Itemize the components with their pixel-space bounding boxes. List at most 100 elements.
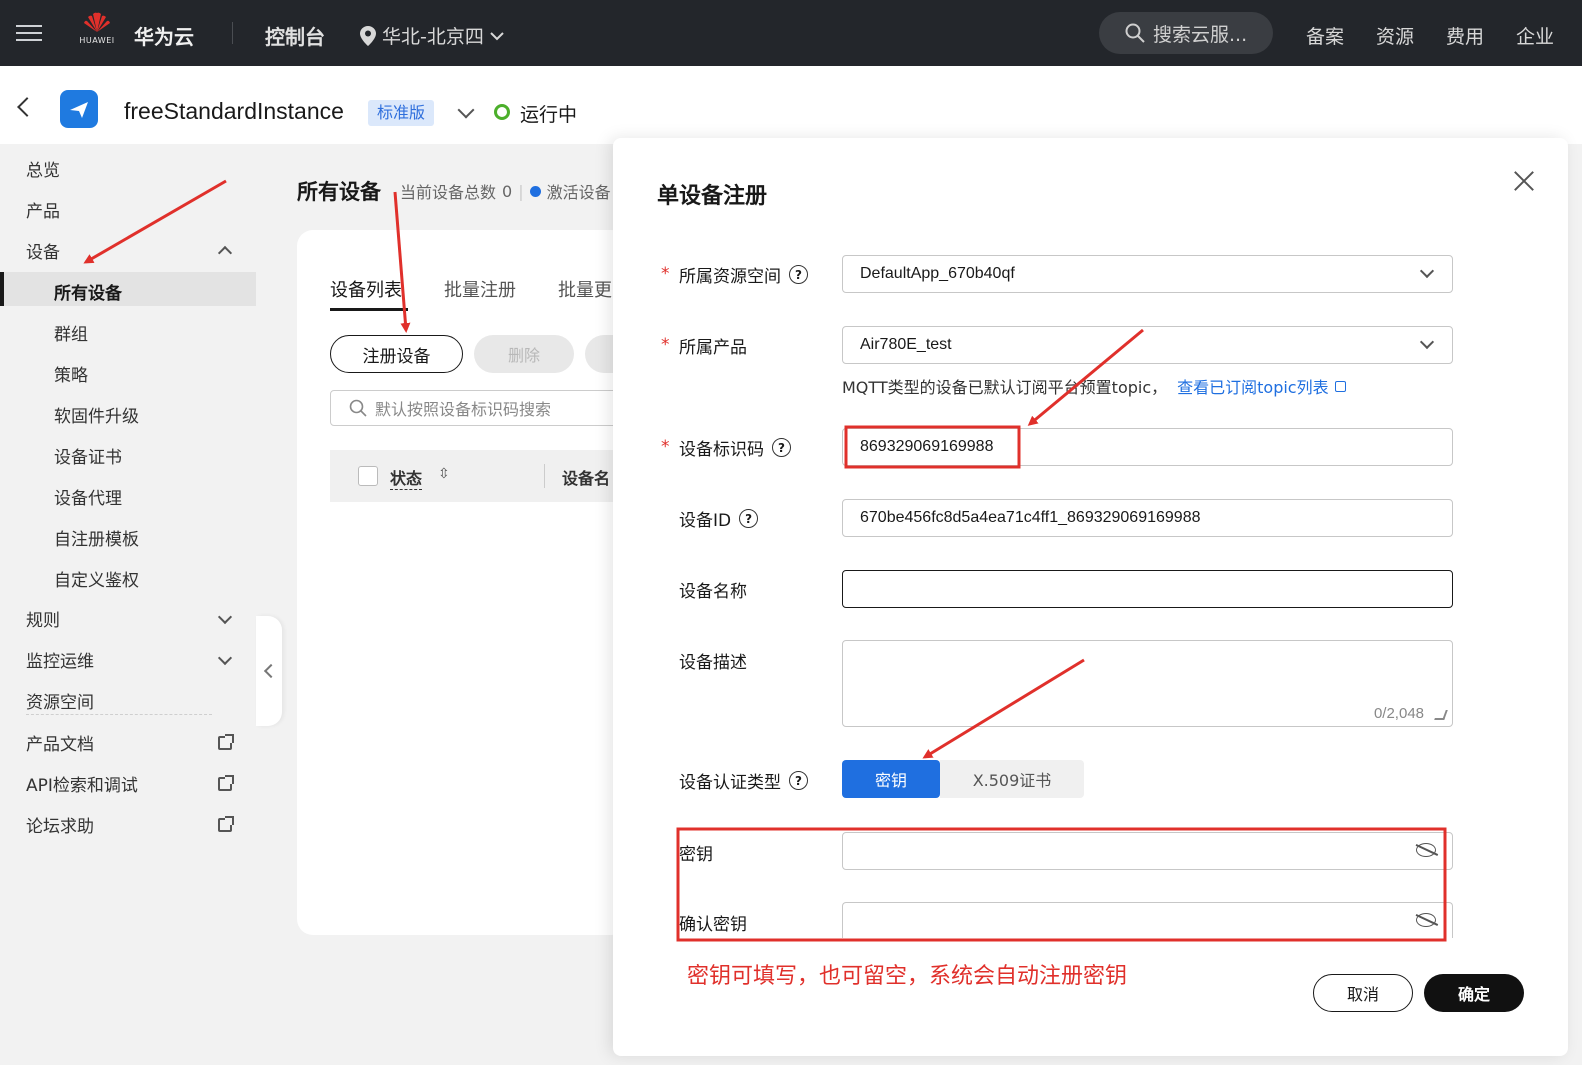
sidebar-item-all-devices[interactable]: 所有设备 bbox=[54, 279, 122, 304]
description-textarea[interactable]: 0/2,048 bbox=[842, 640, 1453, 727]
sidebar-item-proxy[interactable]: 设备代理 bbox=[54, 484, 122, 509]
confirm-button[interactable]: 确定 bbox=[1424, 974, 1524, 1012]
instance-switch-chevron-icon[interactable] bbox=[457, 101, 475, 119]
chevron-down-icon bbox=[1419, 263, 1435, 279]
sidebar-item-products[interactable]: 产品 bbox=[26, 197, 236, 222]
top-links: 备案 资源 费用 企业 bbox=[1306, 22, 1554, 49]
device-table-header: 状态 ⇳ 设备名 bbox=[330, 450, 630, 502]
help-icon[interactable]: ? bbox=[789, 265, 808, 284]
device-id-input[interactable]: 670be456fc8d5a4ea71c4ff1_869329069169988 bbox=[842, 499, 1453, 537]
auth-secret-option[interactable]: 密钥 bbox=[842, 760, 940, 798]
node-id-label: 设备标识码? bbox=[679, 435, 791, 460]
sidebar-item-self-register[interactable]: 自注册模板 bbox=[54, 525, 139, 550]
eye-off-icon[interactable] bbox=[1416, 913, 1436, 927]
huawei-logo[interactable]: HUAWEI bbox=[76, 12, 118, 54]
page-title: 所有设备 bbox=[297, 180, 381, 204]
top-navbar: HUAWEI 华为云 控制台 华北-北京四 搜索云服... 备案 资源 费用 企… bbox=[0, 0, 1582, 66]
sidebar-divider bbox=[26, 714, 212, 715]
external-link-icon bbox=[218, 774, 234, 791]
description-label: 设备描述 bbox=[679, 653, 747, 673]
sidebar-item-groups[interactable]: 群组 bbox=[54, 320, 88, 345]
tab-device-list[interactable]: 设备列表 bbox=[330, 276, 402, 302]
cancel-button[interactable]: 取消 bbox=[1313, 974, 1413, 1012]
view-topics-link[interactable]: 查看已订阅topic列表 bbox=[1177, 374, 1346, 398]
node-id-input[interactable]: 869329069169988 bbox=[842, 428, 1453, 466]
chevron-down-icon bbox=[490, 31, 504, 40]
confirm-secret-label: 确认密钥 bbox=[679, 915, 747, 935]
sort-icon[interactable]: ⇳ bbox=[438, 466, 450, 482]
sidebar-item-overview[interactable]: 总览 bbox=[26, 156, 236, 181]
chevron-down-icon bbox=[217, 609, 233, 624]
edition-badge: 标准版 bbox=[368, 100, 435, 126]
char-counter: 0/2,048 bbox=[1373, 705, 1424, 722]
sidebar-item-devices[interactable]: 设备 bbox=[26, 238, 236, 263]
device-name-input[interactable] bbox=[842, 570, 1453, 608]
secret-input[interactable] bbox=[842, 832, 1453, 870]
top-link-billing[interactable]: 费用 bbox=[1446, 22, 1484, 49]
resize-handle-icon[interactable] bbox=[1434, 710, 1448, 720]
resource-space-label: 所属资源空间? bbox=[679, 262, 808, 287]
sidebar-item-policies[interactable]: 策略 bbox=[54, 361, 88, 386]
sidebar-collapse-handle[interactable] bbox=[256, 616, 282, 726]
required-mark: * bbox=[661, 437, 670, 457]
delete-button[interactable]: 删除 bbox=[474, 335, 574, 373]
status-running-icon bbox=[494, 104, 510, 120]
sidebar-item-api-explorer[interactable]: API检索和调试 bbox=[26, 771, 236, 796]
instance-header: freeStandardInstance 标准版 运行中 bbox=[0, 66, 1582, 144]
device-total-count: 0 bbox=[502, 181, 513, 201]
auth-type-label: 设备认证类型? bbox=[679, 768, 808, 793]
back-arrow-icon[interactable] bbox=[17, 97, 37, 117]
huawei-flower-icon bbox=[84, 12, 110, 32]
active-dot-icon bbox=[529, 185, 541, 197]
sidebar-item-certificates[interactable]: 设备证书 bbox=[54, 443, 122, 468]
tab-batch-register[interactable]: 批量注册 bbox=[444, 276, 516, 302]
search-icon bbox=[349, 399, 367, 417]
top-link-resources[interactable]: 资源 bbox=[1376, 22, 1414, 49]
logo-text: HUAWEI bbox=[79, 36, 115, 45]
brand-name[interactable]: 华为云 bbox=[134, 21, 194, 50]
column-status[interactable]: 状态 bbox=[390, 465, 423, 490]
close-icon[interactable] bbox=[1511, 168, 1537, 194]
sidebar-item-custom-auth[interactable]: 自定义鉴权 bbox=[54, 566, 139, 591]
required-mark: * bbox=[661, 264, 670, 284]
top-link-enterprise[interactable]: 企业 bbox=[1516, 22, 1554, 49]
location-pin-icon bbox=[360, 25, 376, 46]
secret-annotation-note: 密钥可填写，也可留空，系统会自动注册密钥 bbox=[687, 964, 1128, 989]
sidebar-item-ota[interactable]: 软固件升级 bbox=[54, 402, 139, 427]
hamburger-menu-icon[interactable] bbox=[16, 20, 42, 46]
sidebar-item-monitoring[interactable]: 监控运维 bbox=[26, 647, 236, 672]
header-divider bbox=[232, 22, 233, 44]
sidebar-item-resource-space[interactable]: 资源空间 bbox=[26, 688, 236, 713]
console-link[interactable]: 控制台 bbox=[265, 21, 325, 50]
confirm-secret-input[interactable] bbox=[842, 902, 1453, 938]
sidebar-item-rules[interactable]: 规则 bbox=[26, 606, 236, 631]
help-icon[interactable]: ? bbox=[772, 438, 791, 457]
top-link-filing[interactable]: 备案 bbox=[1306, 22, 1344, 49]
global-search-input[interactable]: 搜索云服... bbox=[1099, 12, 1273, 54]
region-selector[interactable]: 华北-北京四 bbox=[360, 22, 504, 49]
help-icon[interactable]: ? bbox=[789, 771, 808, 790]
secret-label: 密钥 bbox=[679, 845, 713, 865]
device-tabs: 设备列表 批量注册 批量更 bbox=[330, 276, 612, 302]
chevron-down-icon bbox=[1419, 334, 1435, 350]
column-separator bbox=[544, 464, 545, 488]
external-link-icon bbox=[1334, 380, 1346, 392]
device-name-label: 设备名称 bbox=[679, 582, 747, 602]
iot-instance-icon bbox=[60, 90, 98, 128]
device-summary: 当前设备总数 0 | 激活设备 bbox=[400, 181, 611, 203]
auth-x509-option[interactable]: X.509证书 bbox=[940, 760, 1084, 798]
column-device-name[interactable]: 设备名 bbox=[562, 465, 610, 489]
product-select[interactable]: Air780E_test bbox=[842, 326, 1453, 364]
eye-off-icon[interactable] bbox=[1416, 843, 1436, 857]
help-icon[interactable]: ? bbox=[739, 509, 759, 528]
tab-batch-more[interactable]: 批量更 bbox=[558, 276, 612, 302]
resource-space-select[interactable]: DefaultApp_670b40qf bbox=[842, 255, 1453, 293]
device-id-label: 设备ID? bbox=[679, 506, 759, 531]
register-device-button[interactable]: 注册设备 bbox=[330, 335, 463, 373]
external-link-icon bbox=[218, 815, 234, 832]
sidebar-item-docs[interactable]: 产品文档 bbox=[26, 730, 236, 755]
search-icon bbox=[1125, 23, 1145, 43]
select-all-checkbox[interactable] bbox=[358, 466, 378, 486]
device-search-input[interactable]: 默认按照设备标识码搜索 bbox=[330, 390, 630, 426]
sidebar-item-forum[interactable]: 论坛求助 bbox=[26, 812, 236, 837]
